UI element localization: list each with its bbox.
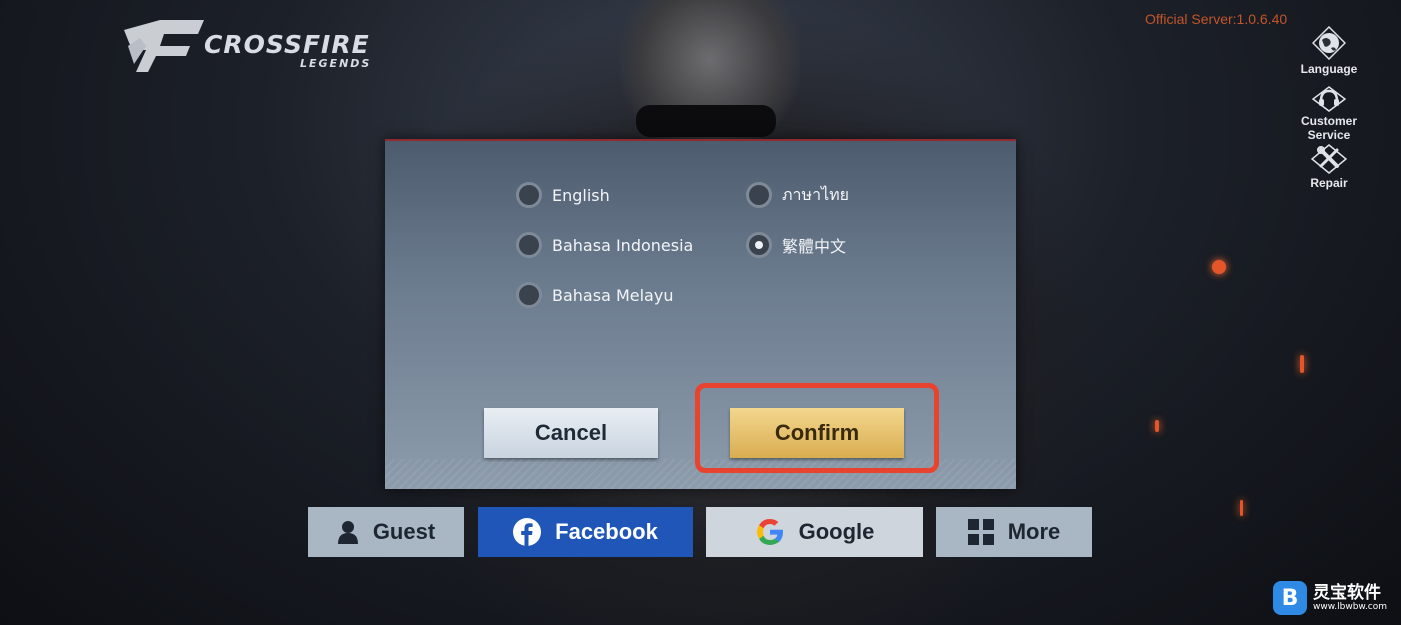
more-label: More bbox=[1007, 519, 1061, 544]
language-option-label: ภาษาไทย bbox=[782, 184, 850, 204]
guest-login-button[interactable]: Guest bbox=[308, 507, 464, 557]
cancel-button[interactable]: Cancel bbox=[484, 408, 658, 458]
facebook-icon bbox=[513, 518, 542, 546]
site-watermark: B 灵宝软件 www.lbwbw.com bbox=[1273, 578, 1398, 618]
repair-label: Repair bbox=[1310, 176, 1348, 190]
customer-service-label-line1: Customer bbox=[1300, 114, 1357, 128]
radio-button[interactable] bbox=[516, 182, 542, 208]
wrench-screwdriver-icon bbox=[1311, 144, 1347, 174]
ember-decoration bbox=[1240, 500, 1243, 516]
language-option-label: Bahasa Indonesia bbox=[552, 235, 694, 255]
repair-button[interactable]: Repair bbox=[1284, 144, 1374, 190]
person-icon bbox=[337, 520, 359, 544]
google-login-button[interactable]: Google bbox=[706, 507, 923, 557]
more-login-button[interactable]: More bbox=[936, 507, 1092, 557]
confirm-highlight-box bbox=[695, 383, 939, 473]
facebook-login-button[interactable]: Facebook bbox=[478, 507, 693, 557]
language-option-thai[interactable]: ภาษาไทย bbox=[746, 180, 849, 210]
ember-decoration bbox=[1155, 420, 1159, 432]
customer-service-button[interactable]: Customer Service bbox=[1284, 86, 1374, 142]
language-option-malay[interactable]: Bahasa Melayu bbox=[516, 280, 673, 310]
google-icon bbox=[755, 517, 785, 547]
language-option-label: Bahasa Melayu bbox=[552, 285, 674, 305]
headset-icon bbox=[1312, 86, 1346, 112]
watermark-logo-icon: B bbox=[1273, 581, 1307, 615]
ember-decoration bbox=[1212, 260, 1226, 274]
radio-button[interactable] bbox=[516, 232, 542, 258]
watermark-title: 灵宝软件 bbox=[1313, 582, 1381, 603]
watermark-url: www.lbwbw.com bbox=[1313, 601, 1388, 612]
radio-button[interactable] bbox=[516, 282, 542, 308]
radio-button-selected[interactable] bbox=[746, 232, 772, 258]
language-option-label: 繁體中文 bbox=[782, 237, 847, 256]
crossfire-logo-icon bbox=[124, 20, 204, 72]
facebook-label: Facebook bbox=[555, 519, 658, 544]
logo-subtitle: LEGENDS bbox=[300, 57, 372, 70]
customer-service-label-line2: Service bbox=[1307, 128, 1351, 142]
grid-icon bbox=[967, 519, 994, 545]
globe-icon bbox=[1312, 26, 1346, 60]
guest-label: Guest bbox=[372, 519, 436, 544]
language-button[interactable]: Language bbox=[1284, 26, 1374, 76]
language-label: Language bbox=[1300, 62, 1358, 76]
language-option-label: English bbox=[552, 185, 610, 205]
background-sunglasses bbox=[636, 105, 776, 137]
radio-button[interactable] bbox=[746, 182, 772, 208]
language-option-indonesian[interactable]: Bahasa Indonesia bbox=[516, 230, 693, 260]
ember-decoration bbox=[1300, 355, 1304, 373]
logo-wordmark: CROSSFIRE bbox=[204, 30, 370, 59]
google-label: Google bbox=[798, 519, 875, 544]
server-version-label: Official Server:1.0.6.40 bbox=[1145, 11, 1288, 27]
language-option-english[interactable]: English bbox=[516, 180, 610, 210]
game-logo: CROSSFIRE LEGENDS bbox=[120, 16, 420, 76]
language-option-traditional-chinese[interactable]: 繁體中文 bbox=[746, 230, 846, 260]
